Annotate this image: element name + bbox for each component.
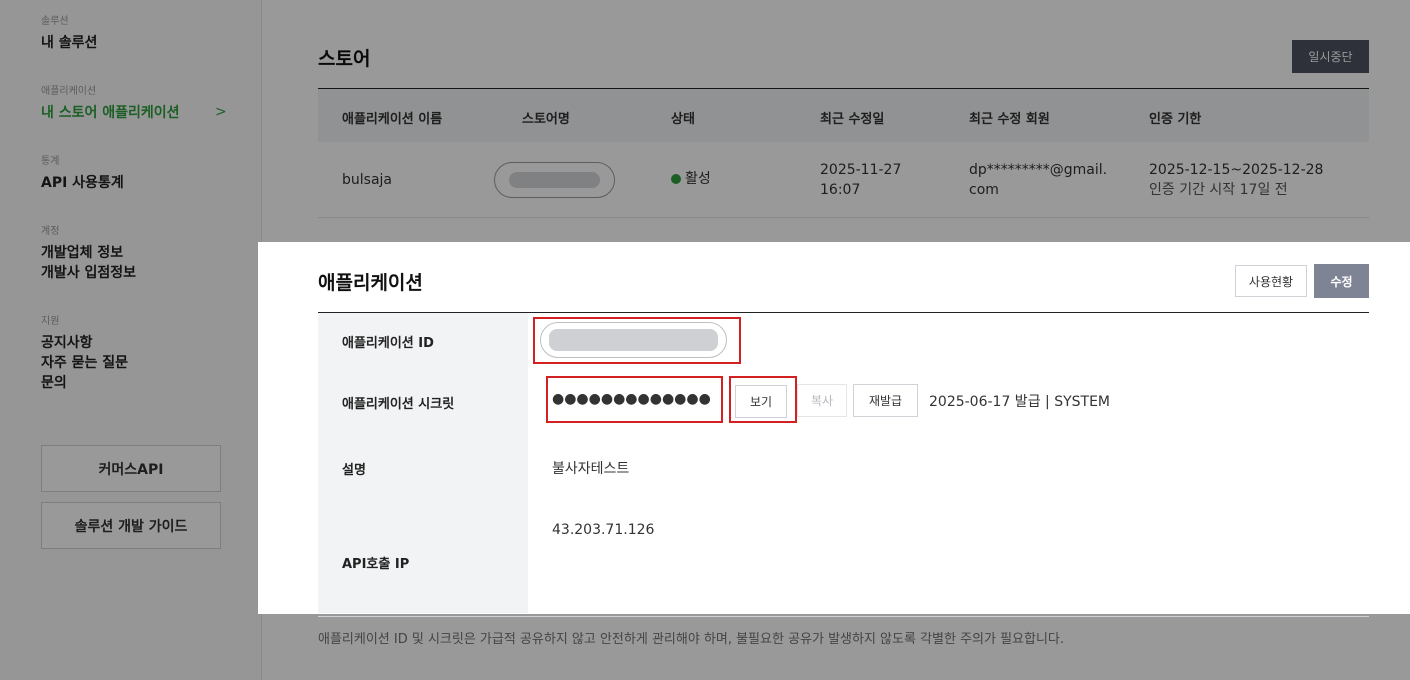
secret-issued-info: 2025-06-17 발급 | SYSTEM xyxy=(929,394,1110,410)
app-id-highlight xyxy=(533,317,741,364)
edit-button[interactable]: 수정 xyxy=(1314,264,1369,298)
application-panel: 애플리케이션 사용현황 수정 애플리케이션 ID 애플리케이션 시크릿 설명 A… xyxy=(258,242,1410,614)
description-label: 설명 xyxy=(342,463,366,478)
copy-secret-button[interactable]: 복사 xyxy=(797,384,847,417)
api-ip-value: 43.203.71.126 xyxy=(552,522,655,538)
application-section-title: 애플리케이션 xyxy=(318,272,423,294)
api-ip-label: API호출 IP xyxy=(342,557,410,572)
view-button-highlight xyxy=(729,376,797,423)
security-notice: 애플리케이션 ID 및 시크릿은 가급적 공유하지 않고 안전하게 관리해야 하… xyxy=(318,632,1065,647)
application-table: 애플리케이션 ID 애플리케이션 시크릿 설명 API호출 IP ●●●●●●●… xyxy=(318,312,1369,614)
app-id-label: 애플리케이션 ID xyxy=(342,336,434,351)
usage-button[interactable]: 사용현황 xyxy=(1235,265,1307,297)
divider xyxy=(318,616,1369,617)
secret-highlight xyxy=(546,376,723,423)
app-secret-label: 애플리케이션 시크릿 xyxy=(342,397,455,412)
reissue-secret-button[interactable]: 재발급 xyxy=(853,384,918,417)
description-value: 불사자테스트 xyxy=(552,461,630,477)
